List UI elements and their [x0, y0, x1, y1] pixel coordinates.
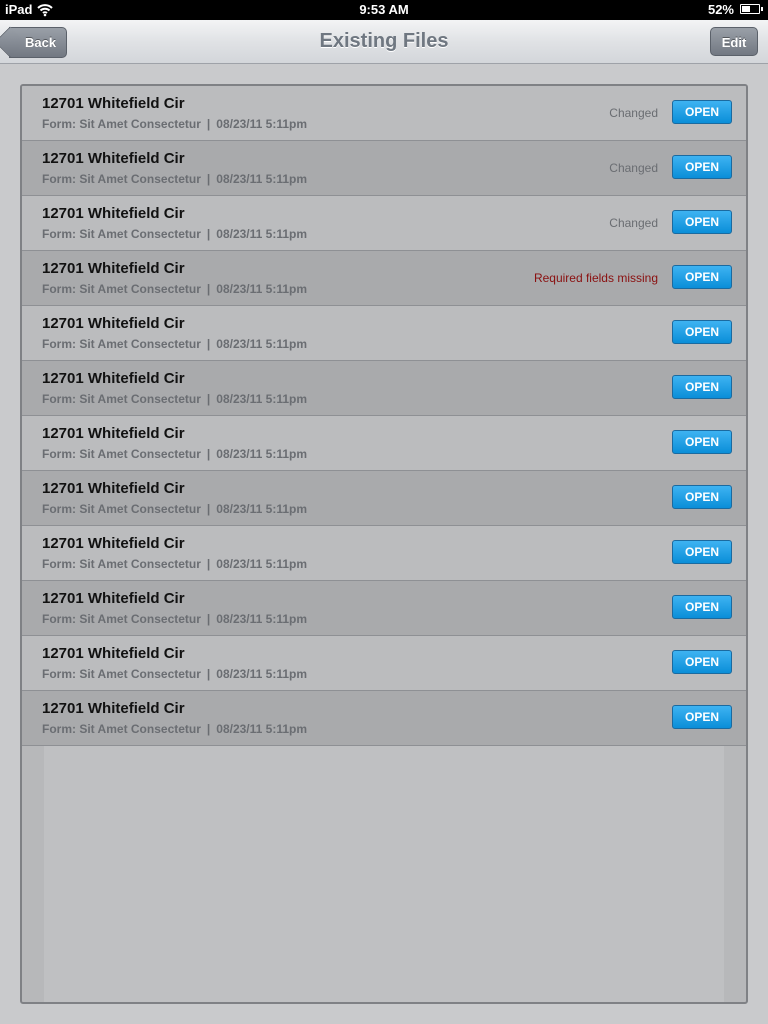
file-title: 12701 Whitefield Cir [42, 425, 185, 442]
file-title: 12701 Whitefield Cir [42, 95, 185, 112]
file-form-name: Form: Sit Amet Consectetur [42, 172, 201, 186]
battery-percent: 52% [707, 2, 734, 17]
file-form-name: Form: Sit Amet Consectetur [42, 282, 201, 296]
battery-icon [740, 4, 763, 14]
file-list-panel: 12701 Whitefield Cir Form: Sit Amet Conse… [20, 84, 748, 1004]
file-row: 12701 Whitefield Cir Form: Sit Amet Conse… [22, 361, 746, 416]
file-title: 12701 Whitefield Cir [42, 315, 185, 332]
meta-separator: | [206, 172, 211, 186]
changed-status: Changed [609, 106, 658, 120]
file-meta: Form: Sit Amet Consectetur | 08/23/11 5:11… [42, 117, 307, 131]
changed-status: Changed [609, 161, 658, 175]
file-title: 12701 Whitefield Cir [42, 645, 185, 662]
file-form-name: Form: Sit Amet Consectetur [42, 227, 201, 241]
file-date: 08/23/11 5:11pm [216, 227, 308, 241]
file-form-name: Form: Sit Amet Consectetur [42, 337, 201, 351]
status-bar: iPad 9:53 AM 52% [0, 0, 768, 20]
file-form-name: Form: Sit Amet Consectetur [42, 502, 201, 516]
file-date: 08/23/11 5:11pm [216, 117, 308, 131]
meta-separator: | [206, 117, 211, 131]
file-row: 12701 Whitefield Cir Form: Sit Amet Conse… [22, 636, 746, 691]
meta-separator: | [206, 667, 211, 681]
file-meta: Form: Sit Amet Consectetur | 08/23/11 5:11… [42, 337, 307, 351]
file-meta: Form: Sit Amet Consectetur | 08/23/11 5:11… [42, 447, 307, 461]
meta-separator: | [206, 502, 211, 516]
open-button[interactable]: OPEN [672, 155, 732, 179]
meta-separator: | [206, 227, 211, 241]
file-form-name: Form: Sit Amet Consectetur [42, 557, 201, 571]
open-button[interactable]: OPEN [672, 210, 732, 234]
file-title: 12701 Whitefield Cir [42, 370, 185, 387]
open-button[interactable]: OPEN [672, 650, 732, 674]
file-row: 12701 Whitefield Cir Form: Sit Amet Conse… [22, 306, 746, 361]
file-date: 08/23/11 5:11pm [216, 172, 308, 186]
file-date: 08/23/11 5:11pm [216, 557, 308, 571]
file-meta: Form: Sit Amet Consectetur | 08/23/11 5:11… [42, 612, 307, 626]
open-button[interactable]: OPEN [672, 540, 732, 564]
file-row: 12701 Whitefield Cir Form: Sit Amet Conse… [22, 141, 746, 196]
file-date: 08/23/11 5:11pm [216, 667, 308, 681]
file-form-name: Form: Sit Amet Consectetur [42, 722, 201, 736]
file-title: 12701 Whitefield Cir [42, 205, 185, 222]
file-form-name: Form: Sit Amet Consectetur [42, 392, 201, 406]
open-button[interactable]: OPEN [672, 595, 732, 619]
file-row: 12701 Whitefield Cir Form: Sit Amet Conse… [22, 526, 746, 581]
file-row: 12701 Whitefield Cir Form: Sit Amet Conse… [22, 251, 746, 306]
meta-separator: | [206, 392, 211, 406]
file-meta: Form: Sit Amet Consectetur | 08/23/11 5:11… [42, 722, 307, 736]
file-title: 12701 Whitefield Cir [42, 480, 185, 497]
file-date: 08/23/11 5:11pm [216, 447, 308, 461]
file-row: 12701 Whitefield Cir Form: Sit Amet Conse… [22, 581, 746, 636]
meta-separator: | [206, 282, 211, 296]
file-meta: Form: Sit Amet Consectetur | 08/23/11 5:11… [42, 667, 307, 681]
file-date: 08/23/11 5:11pm [216, 612, 308, 626]
error-status: Required fields missing [533, 271, 658, 285]
open-button[interactable]: OPEN [672, 705, 732, 729]
file-form-name: Form: Sit Amet Consectetur [42, 667, 201, 681]
file-row: 12701 Whitefield Cir Form: Sit Amet Conse… [22, 416, 746, 471]
changed-status: Changed [609, 216, 658, 230]
meta-separator: | [206, 557, 211, 571]
file-date: 08/23/11 5:11pm [216, 337, 308, 351]
file-meta: Form: Sit Amet Consectetur | 08/23/11 5:11… [42, 557, 307, 571]
file-row: 12701 Whitefield Cir Form: Sit Amet Conse… [22, 691, 746, 746]
open-button[interactable]: OPEN [672, 320, 732, 344]
meta-separator: | [206, 612, 211, 626]
file-title: 12701 Whitefield Cir [42, 535, 185, 552]
navigation-bar: Back Existing Files Edit [0, 20, 768, 64]
open-button[interactable]: OPEN [672, 485, 732, 509]
file-title: 12701 Whitefield Cir [42, 260, 185, 277]
empty-list-area [44, 746, 724, 1002]
file-form-name: Form: Sit Amet Consectetur [42, 117, 201, 131]
file-meta: Form: Sit Amet Consectetur | 08/23/11 5:11… [42, 502, 307, 516]
file-date: 08/23/11 5:11pm [216, 722, 308, 736]
open-button[interactable]: OPEN [672, 375, 732, 399]
file-form-name: Form: Sit Amet Consectetur [42, 612, 201, 626]
edit-button[interactable]: Edit [710, 27, 758, 56]
file-list: 12701 Whitefield Cir Form: Sit Amet Conse… [22, 86, 746, 746]
meta-separator: | [206, 722, 211, 736]
file-row: 12701 Whitefield Cir Form: Sit Amet Conse… [22, 471, 746, 526]
meta-separator: | [206, 447, 211, 461]
file-date: 08/23/11 5:11pm [216, 502, 308, 516]
page-title: Existing Files [319, 30, 449, 52]
file-title: 12701 Whitefield Cir [42, 590, 185, 607]
file-date: 08/23/11 5:11pm [216, 392, 308, 406]
open-button[interactable]: OPEN [672, 100, 732, 124]
file-title: 12701 Whitefield Cir [42, 700, 185, 717]
file-meta: Form: Sit Amet Consectetur | 08/23/11 5:11… [42, 172, 307, 186]
file-meta: Form: Sit Amet Consectetur | 08/23/11 5:11… [42, 392, 307, 406]
clock: 9:53 AM [359, 2, 409, 17]
open-button[interactable]: OPEN [672, 265, 732, 289]
file-meta: Form: Sit Amet Consectetur | 08/23/11 5:11… [42, 282, 307, 296]
file-row: 12701 Whitefield Cir Form: Sit Amet Conse… [22, 86, 746, 141]
file-date: 08/23/11 5:11pm [216, 282, 308, 296]
file-row: 12701 Whitefield Cir Form: Sit Amet Conse… [22, 196, 746, 251]
meta-separator: | [206, 337, 211, 351]
open-button[interactable]: OPEN [672, 430, 732, 454]
file-title: 12701 Whitefield Cir [42, 150, 185, 167]
file-meta: Form: Sit Amet Consectetur | 08/23/11 5:11… [42, 227, 307, 241]
file-form-name: Form: Sit Amet Consectetur [42, 447, 201, 461]
